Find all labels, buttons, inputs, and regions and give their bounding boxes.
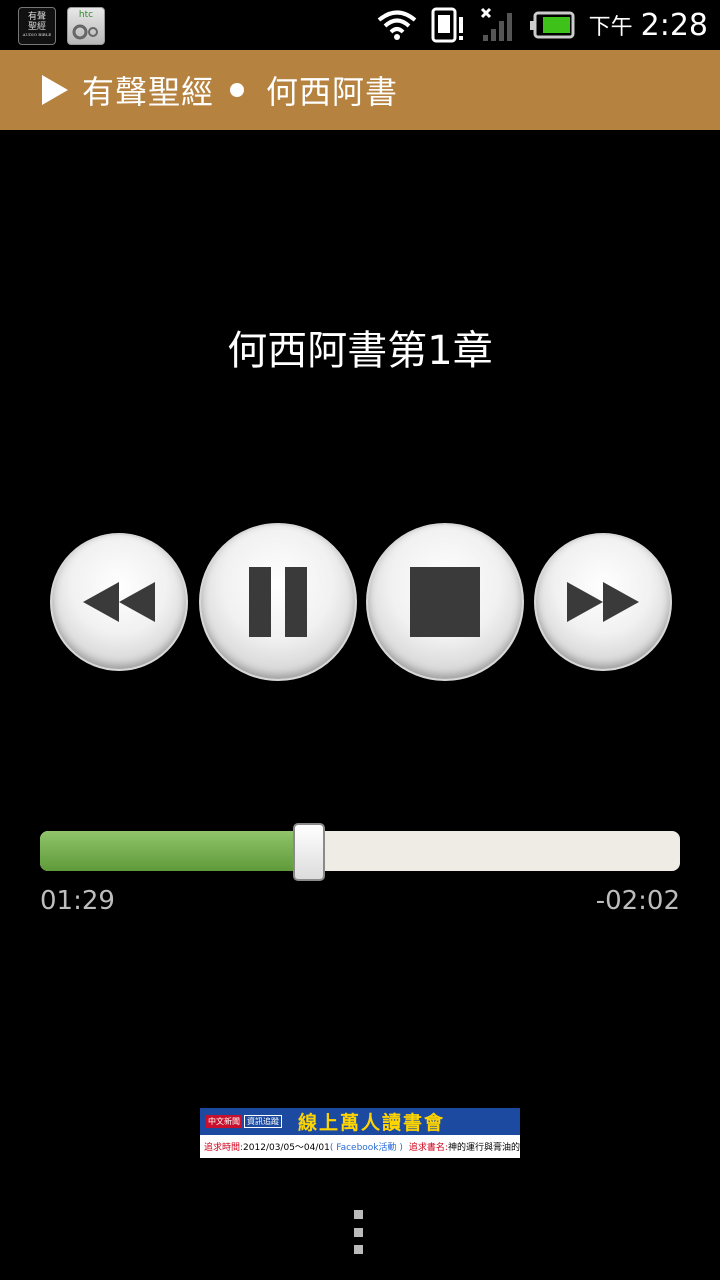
app-icon-text-line3: AUDIO BIBLE: [22, 32, 52, 37]
ad-facebook: ( Facebook活動 ): [329, 1143, 403, 1153]
elapsed-time: 01:29: [40, 886, 115, 916]
pause-icon: [249, 567, 271, 637]
status-ampm: 下午: [588, 15, 633, 40]
htc-settings-icon: htc: [67, 7, 105, 45]
fast-forward-icon-second: [603, 582, 639, 622]
sim-alert-icon: [431, 7, 463, 43]
status-time: 2:28: [640, 7, 708, 43]
ad-book: 神的運行與膏油的塗抹: [447, 1143, 520, 1153]
ad-tag-secondary: 資訊追蹤: [244, 1115, 282, 1128]
ad-headline: 線上萬人讀書會: [298, 1112, 446, 1134]
ad-tag: 中文新聞: [206, 1115, 242, 1128]
progress-slider[interactable]: [40, 823, 680, 881]
title-bar: 有聲聖經 何西阿書: [0, 50, 720, 130]
separator-dot-icon: [230, 83, 245, 97]
pause-button[interactable]: [199, 523, 357, 681]
ad-label-book: 追求書名:: [408, 1143, 448, 1153]
htc-logo-text: htc: [78, 10, 94, 20]
play-icon: [42, 75, 68, 105]
pause-icon-bar2: [285, 567, 307, 637]
battery-icon: [529, 11, 575, 39]
app-icon-text-line2: 聖經: [27, 22, 46, 32]
stop-icon: [410, 567, 480, 637]
wifi-icon: [377, 10, 416, 40]
app-icon-text-line1: 有聲: [27, 12, 46, 22]
remaining-time: -02:02: [595, 886, 680, 916]
ad-date: 2012/03/05～04/01: [243, 1143, 330, 1153]
gear-icon: [72, 24, 98, 40]
rewind-button[interactable]: [50, 533, 188, 671]
status-bar: 有聲 聖經 AUDIO BIBLE htc 下午 2:28: [0, 0, 720, 50]
ad-banner[interactable]: 中文新聞 資訊追蹤 線上萬人讀書會 追求時間: 2012/03/05～04/01…: [200, 1108, 520, 1158]
app-title: 有聲聖經: [82, 73, 215, 111]
progress-fill: [40, 831, 309, 871]
stop-button[interactable]: [366, 523, 524, 681]
fast-forward-button[interactable]: [534, 533, 672, 671]
fast-forward-icon: [567, 582, 603, 622]
audio-bible-app-icon: 有聲 聖經 AUDIO BIBLE: [18, 7, 56, 45]
chapter-title: 何西阿書第1章: [227, 328, 493, 374]
overflow-menu-icon[interactable]: [354, 1210, 366, 1254]
ad-label-time: 追求時間:: [204, 1143, 244, 1153]
book-title: 何西阿書: [266, 73, 399, 111]
progress-thumb[interactable]: [292, 823, 325, 881]
rewind-icon: [83, 582, 119, 622]
rewind-icon-second: [119, 582, 155, 622]
no-signal-icon: [480, 7, 512, 41]
